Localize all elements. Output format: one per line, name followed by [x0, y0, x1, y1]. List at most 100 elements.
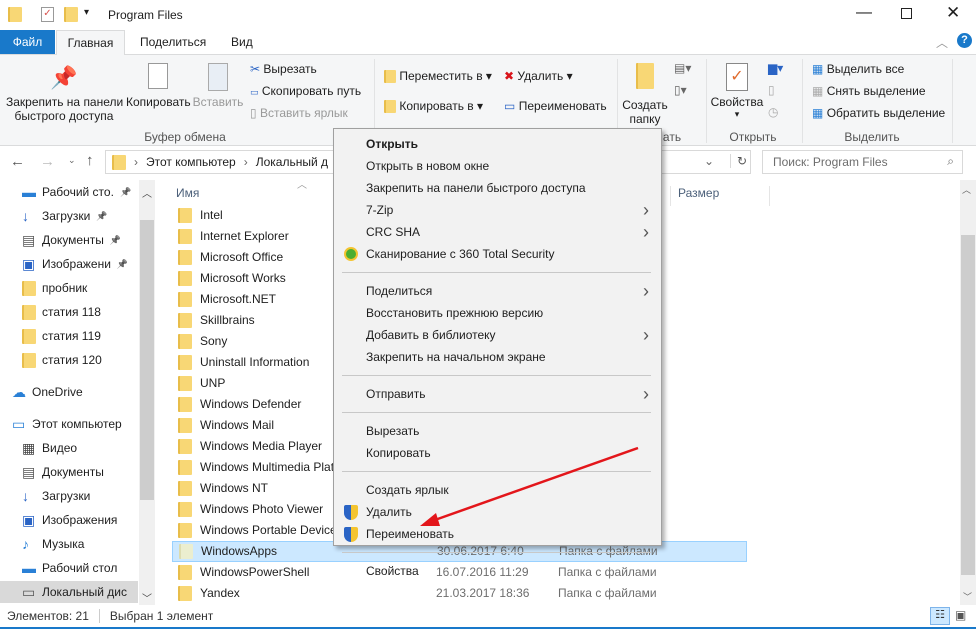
nav-item[interactable]: ▤ Документы: [22, 461, 150, 483]
menu-item[interactable]: 7-Zip: [366, 199, 393, 221]
customize-quick-access-icon[interactable]: ▾: [84, 7, 89, 18]
nav-item[interactable]: ♪ Музыка: [22, 533, 150, 555]
file-list-scrollbar[interactable]: ︿ ﹀: [960, 180, 976, 605]
nav-item[interactable]: статия 118: [22, 301, 150, 323]
menu-item[interactable]: Закрепить на начальном экране: [366, 346, 546, 368]
breadcrumb-this-pc[interactable]: Этот компьютер: [146, 155, 236, 169]
nav-item[interactable]: ▣ Изображения: [22, 509, 150, 531]
submenu-arrow-icon: ›: [643, 325, 649, 345]
nav-item[interactable]: ▬ Рабочий сто. 📌: [22, 181, 150, 203]
menu-item[interactable]: Создать ярлык: [366, 479, 449, 501]
nav-item[interactable]: ▤ Документы 📌: [22, 229, 150, 251]
menu-item[interactable]: Переименовать: [366, 523, 454, 545]
nav-item[interactable]: пробник: [22, 277, 150, 299]
file-name: Yandex: [200, 586, 240, 600]
easy-access-icon[interactable]: ▯▾: [674, 83, 687, 97]
context-menu: Открыть Открыть в новом окне Закрепить на …: [333, 128, 662, 578]
folder-icon: [178, 502, 192, 517]
folder-icon: [8, 7, 22, 22]
select-none-button[interactable]: ▦ Снять выделение: [812, 84, 926, 98]
properties-button[interactable]: ✓ Свойства ▾: [710, 63, 764, 120]
menu-item[interactable]: Открыть в новом окне: [366, 155, 489, 177]
cloud-icon: ☁: [12, 384, 26, 400]
menu-item[interactable]: Открыть: [366, 133, 418, 155]
rename-icon: ▭: [504, 99, 516, 113]
column-name-header[interactable]: Имя: [176, 186, 199, 200]
nav-item[interactable]: статия 120: [22, 349, 150, 371]
new-folder-button[interactable]: Создать папку: [622, 63, 668, 126]
paste-button[interactable]: Вставить: [192, 63, 244, 109]
details-view-button[interactable]: ☷: [930, 607, 950, 625]
new-item-icon[interactable]: ▤▾: [674, 61, 691, 75]
maximize-button[interactable]: [901, 8, 912, 19]
delete-button[interactable]: ✖ Удалить ▾: [504, 69, 573, 83]
download-icon: ↓: [22, 488, 29, 504]
nav-item-label: Рабочий стол: [42, 561, 118, 575]
menu-item[interactable]: Копировать: [366, 442, 431, 464]
menu-item[interactable]: Сканирование с 360 Total Security: [366, 243, 555, 265]
copy-to-button[interactable]: Копировать в ▾: [384, 99, 483, 114]
tab-home[interactable]: Главная: [56, 30, 125, 55]
select-none-icon: ▦: [812, 84, 824, 98]
new-folder-quick-icon[interactable]: [64, 7, 78, 22]
help-icon[interactable]: ?: [957, 33, 972, 48]
nav-item[interactable]: ▦ Видео: [22, 437, 150, 459]
menu-item[interactable]: Закрепить на панели быстрого доступа: [366, 177, 586, 199]
menu-item[interactable]: Поделиться: [366, 280, 432, 302]
menu-item[interactable]: CRC SHA: [366, 221, 420, 243]
forward-button[interactable]: →: [40, 153, 55, 170]
paste-icon: [208, 63, 228, 91]
folder-icon: [178, 250, 192, 265]
move-to-button[interactable]: Переместить в ▾: [384, 69, 492, 84]
copy-path-button[interactable]: ▭ Скопировать путь: [250, 84, 361, 98]
tab-share[interactable]: Поделиться: [128, 30, 218, 54]
back-button[interactable]: ←: [10, 153, 25, 170]
folder-icon: [179, 544, 193, 559]
nav-scroll-up-icon[interactable]: ︿: [142, 185, 152, 200]
properties-quick-icon[interactable]: ✓: [41, 7, 54, 22]
up-button[interactable]: ↑: [86, 152, 94, 169]
refresh-button[interactable]: ↻: [730, 154, 747, 168]
pin-quick-access-button[interactable]: 📌 Закрепить на панели быстрого доступа: [6, 65, 123, 123]
file-row[interactable]: WindowsPowerShell 16.07.2016 11:29 Папка с…: [172, 562, 747, 583]
large-icons-view-button[interactable]: ▣: [955, 608, 966, 622]
folder-icon: [178, 439, 192, 454]
minimize-button[interactable]: —: [856, 4, 872, 22]
nav-item[interactable]: ▣ Изображени 📌: [22, 253, 150, 275]
file-row[interactable]: Yandex 21.03.2017 18:36 Папка с файлами: [172, 583, 747, 604]
menu-item[interactable]: Свойства: [366, 560, 419, 582]
pin-icon: 📌: [119, 187, 132, 197]
paste-shortcut-button[interactable]: ▯ Вставить ярлык: [250, 106, 348, 120]
menu-item[interactable]: Удалить: [366, 501, 412, 523]
copy-button[interactable]: Копировать: [126, 63, 191, 109]
menu-item[interactable]: Восстановить прежнюю версию: [366, 302, 543, 324]
menu-item[interactable]: Отправить: [366, 383, 426, 405]
new-folder-icon: [636, 63, 654, 89]
search-input[interactable]: Поиск: Program Files ⌕: [762, 150, 963, 174]
rename-button[interactable]: ▭ Переименовать: [504, 99, 607, 113]
breadcrumb-local-disk[interactable]: Локальный д: [256, 155, 328, 169]
select-all-button[interactable]: ▦ Выделить все: [812, 62, 904, 76]
address-dropdown-icon[interactable]: ⌄: [704, 154, 714, 168]
menu-item[interactable]: Добавить в библиотеку: [366, 324, 496, 346]
cut-button[interactable]: ✂ Вырезать: [250, 62, 317, 76]
nav-item[interactable]: ↓ Загрузки: [22, 485, 150, 507]
close-button[interactable]: ✕: [946, 3, 960, 23]
recent-locations-button[interactable]: ⌄: [68, 155, 76, 166]
selection-count: Выбран 1 элемент: [109, 609, 214, 623]
column-size-header[interactable]: Размер: [670, 186, 770, 206]
folder-icon: [178, 523, 192, 538]
nav-item[interactable]: ▭ Этот компьютер: [12, 413, 150, 435]
nav-scroll-down-icon[interactable]: ﹀: [142, 590, 152, 605]
nav-item[interactable]: ▬ Рабочий стол: [22, 557, 150, 579]
menu-item[interactable]: Вырезать: [366, 420, 419, 442]
collapse-ribbon-icon[interactable]: ︿: [936, 34, 948, 51]
tab-file[interactable]: Файл: [0, 30, 55, 54]
tab-view[interactable]: Вид: [219, 30, 265, 54]
open-icon[interactable]: ▆▾: [768, 61, 783, 75]
nav-item[interactable]: ▭ Локальный дис: [0, 581, 138, 603]
nav-item[interactable]: ↓ Загрузки 📌: [22, 205, 150, 227]
nav-item[interactable]: ☁ OneDrive: [12, 381, 150, 403]
nav-item[interactable]: статия 119: [22, 325, 150, 347]
invert-selection-button[interactable]: ▦ Обратить выделение: [812, 106, 945, 120]
